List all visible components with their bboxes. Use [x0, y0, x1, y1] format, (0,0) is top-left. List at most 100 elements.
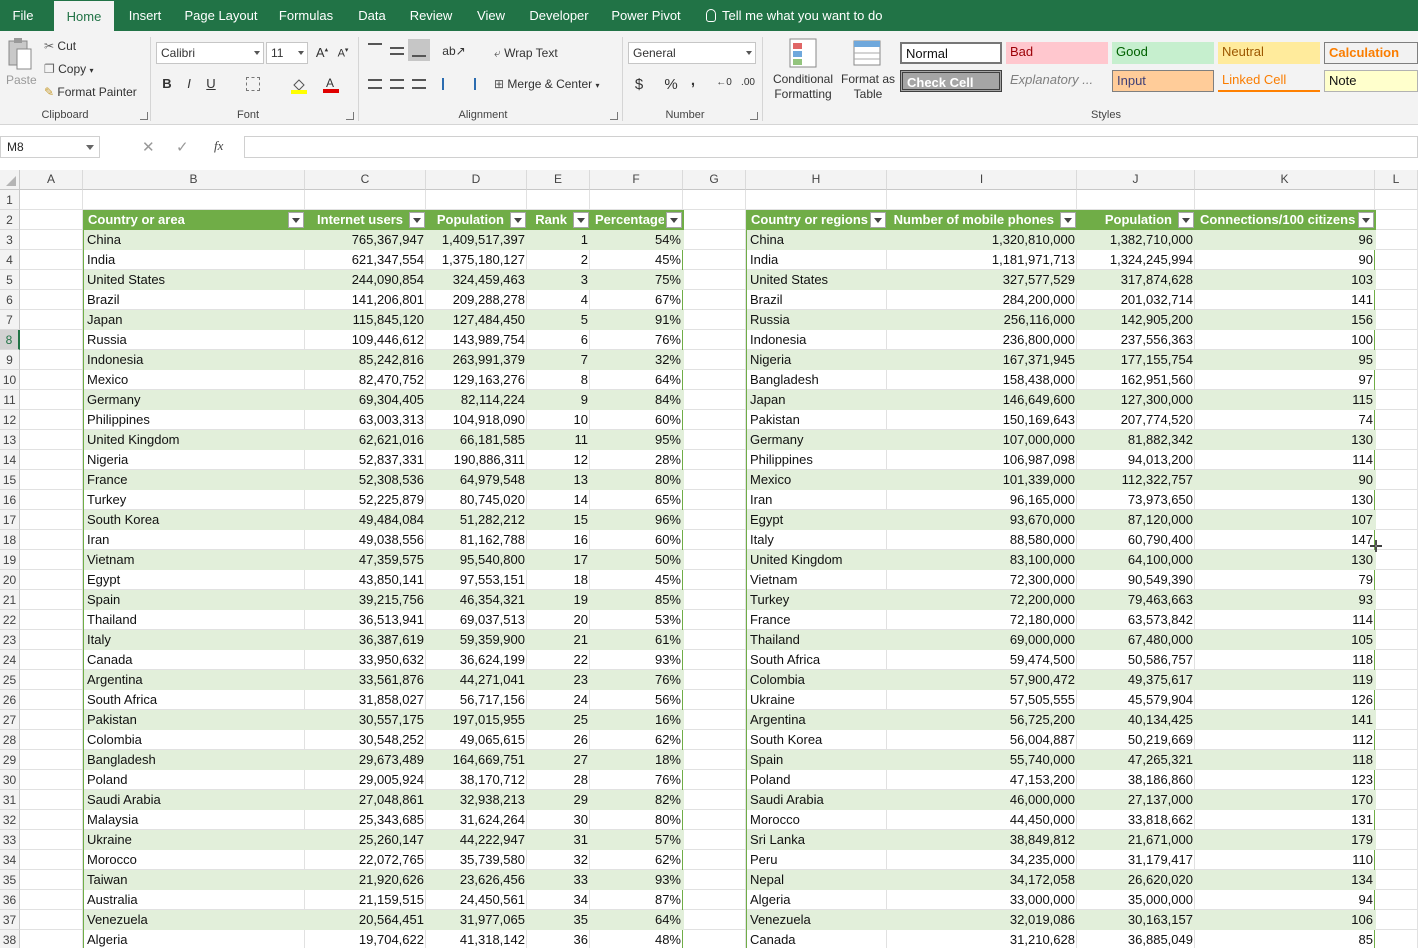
table-cell[interactable]: 47,265,321	[1078, 750, 1196, 770]
paste-icon[interactable]	[6, 37, 34, 73]
table-cell[interactable]: 15	[528, 510, 591, 530]
style-bad[interactable]: Bad	[1006, 42, 1108, 64]
table-cell[interactable]: 80%	[591, 470, 684, 490]
table-cell[interactable]: 82%	[591, 790, 684, 810]
row-header[interactable]: 2	[0, 210, 20, 230]
table-cell[interactable]: South Africa	[747, 650, 888, 670]
table-cell[interactable]: Egypt	[84, 570, 306, 590]
table-cell[interactable]: 45%	[591, 570, 684, 590]
table-cell[interactable]: 27,048,861	[306, 790, 427, 810]
table-cell[interactable]: 72,300,000	[888, 570, 1078, 590]
table-cell[interactable]: Russia	[747, 310, 888, 330]
table-cell[interactable]: 32,938,213	[427, 790, 528, 810]
align-left-icon[interactable]	[368, 79, 382, 89]
style-normal[interactable]: Normal	[900, 42, 1002, 64]
table-cell[interactable]: 47,359,575	[306, 550, 427, 570]
format-painter-button[interactable]: ✎ Format Painter	[44, 85, 137, 99]
table-cell[interactable]: Turkey	[747, 590, 888, 610]
table-cell[interactable]: 88,580,000	[888, 530, 1078, 550]
align-center-icon[interactable]	[390, 79, 404, 89]
table-cell[interactable]: Vietnam	[84, 550, 306, 570]
table-cell[interactable]: 94	[1196, 890, 1376, 910]
table-cell[interactable]: Germany	[84, 390, 306, 410]
table-cell[interactable]: Saudi Arabia	[84, 790, 306, 810]
row-header[interactable]: 25	[0, 670, 20, 690]
row-header[interactable]: 18	[0, 530, 20, 550]
table-cell[interactable]: Sri Lanka	[747, 830, 888, 850]
filter-dropdown-icon[interactable]	[510, 212, 526, 228]
table-cell[interactable]: 38,849,812	[888, 830, 1078, 850]
table-cell[interactable]: 109,446,612	[306, 330, 427, 350]
table-cell[interactable]: 79,463,663	[1078, 590, 1196, 610]
table-cell[interactable]: Turkey	[84, 490, 306, 510]
table-cell[interactable]: 44,271,041	[427, 670, 528, 690]
cut-button[interactable]: ✂ Cut	[44, 39, 76, 53]
number-format-select[interactable]: General	[628, 42, 756, 64]
table-cell[interactable]: Saudi Arabia	[747, 790, 888, 810]
table-cell[interactable]: 64%	[591, 910, 684, 930]
style-check-cell[interactable]: Check Cell	[900, 70, 1002, 92]
conditional-formatting-button[interactable]: Conditional Formatting	[769, 72, 837, 102]
alignment-launcher-icon[interactable]	[610, 112, 618, 120]
table-cell[interactable]: Venezuela	[84, 910, 306, 930]
column-header[interactable]: J	[1077, 170, 1195, 190]
table-cell[interactable]: 54%	[591, 230, 684, 250]
column-header[interactable]: E	[527, 170, 590, 190]
table-cell[interactable]: 114	[1196, 450, 1376, 470]
font-color-icon[interactable]: A	[322, 75, 340, 93]
table-cell[interactable]: 1,324,245,994	[1078, 250, 1196, 270]
table-cell[interactable]: 91%	[591, 310, 684, 330]
style-input[interactable]: Input	[1112, 70, 1214, 92]
table-cell[interactable]: 69,304,405	[306, 390, 427, 410]
table-cell[interactable]: 81,162,788	[427, 530, 528, 550]
table-cell[interactable]: 34	[528, 890, 591, 910]
table-cell[interactable]: 59,359,900	[427, 630, 528, 650]
table-cell[interactable]: 6	[528, 330, 591, 350]
table-cell[interactable]: 1,375,180,127	[427, 250, 528, 270]
table-cell[interactable]: 167,371,945	[888, 350, 1078, 370]
enter-icon[interactable]: ✓	[176, 138, 189, 156]
table-cell[interactable]: Peru	[747, 850, 888, 870]
table-cell[interactable]: France	[84, 470, 306, 490]
table-cell[interactable]: 105	[1196, 630, 1376, 650]
table-cell[interactable]: Egypt	[747, 510, 888, 530]
table-cell[interactable]: 90	[1196, 250, 1376, 270]
table-cell[interactable]: 50,219,669	[1078, 730, 1196, 750]
bold-button[interactable]: B	[160, 76, 174, 91]
table-cell[interactable]: Mexico	[84, 370, 306, 390]
table-cell[interactable]: 13	[528, 470, 591, 490]
table-cell[interactable]: 55,740,000	[888, 750, 1078, 770]
table-cell[interactable]: 90	[1196, 470, 1376, 490]
table-cell[interactable]: 147	[1196, 530, 1376, 550]
table-cell[interactable]: United States	[84, 270, 306, 290]
table-cell[interactable]: 93	[1196, 590, 1376, 610]
row-header[interactable]: 19	[0, 550, 20, 570]
table-cell[interactable]: 56,717,156	[427, 690, 528, 710]
table-cell[interactable]: 27	[528, 750, 591, 770]
table-cell[interactable]: 4	[528, 290, 591, 310]
table-cell[interactable]: 101,339,000	[888, 470, 1078, 490]
table-cell[interactable]: 46,354,321	[427, 590, 528, 610]
table-cell[interactable]: Spain	[84, 590, 306, 610]
table-cell[interactable]: 8	[528, 370, 591, 390]
table-cell[interactable]: 96,165,000	[888, 490, 1078, 510]
row-header[interactable]: 20	[0, 570, 20, 590]
row-header[interactable]: 36	[0, 890, 20, 910]
table-cell[interactable]: 97,553,151	[427, 570, 528, 590]
table-cell[interactable]: United States	[747, 270, 888, 290]
table-cell[interactable]: Japan	[747, 390, 888, 410]
table-cell[interactable]: 56,004,887	[888, 730, 1078, 750]
table-cell[interactable]: 130	[1196, 550, 1376, 570]
table-cell[interactable]: United Kingdom	[747, 550, 888, 570]
row-header[interactable]: 24	[0, 650, 20, 670]
table-cell[interactable]: 41,318,142	[427, 930, 528, 948]
table-cell[interactable]: Poland	[747, 770, 888, 790]
table-cell[interactable]: 17	[528, 550, 591, 570]
style-neutral[interactable]: Neutral	[1218, 42, 1320, 64]
row-header[interactable]: 15	[0, 470, 20, 490]
row-header[interactable]: 6	[0, 290, 20, 310]
table-cell[interactable]: 38,186,860	[1078, 770, 1196, 790]
table-cell[interactable]: 87,120,000	[1078, 510, 1196, 530]
table-cell[interactable]: 72,200,000	[888, 590, 1078, 610]
table-cell[interactable]: 72,180,000	[888, 610, 1078, 630]
